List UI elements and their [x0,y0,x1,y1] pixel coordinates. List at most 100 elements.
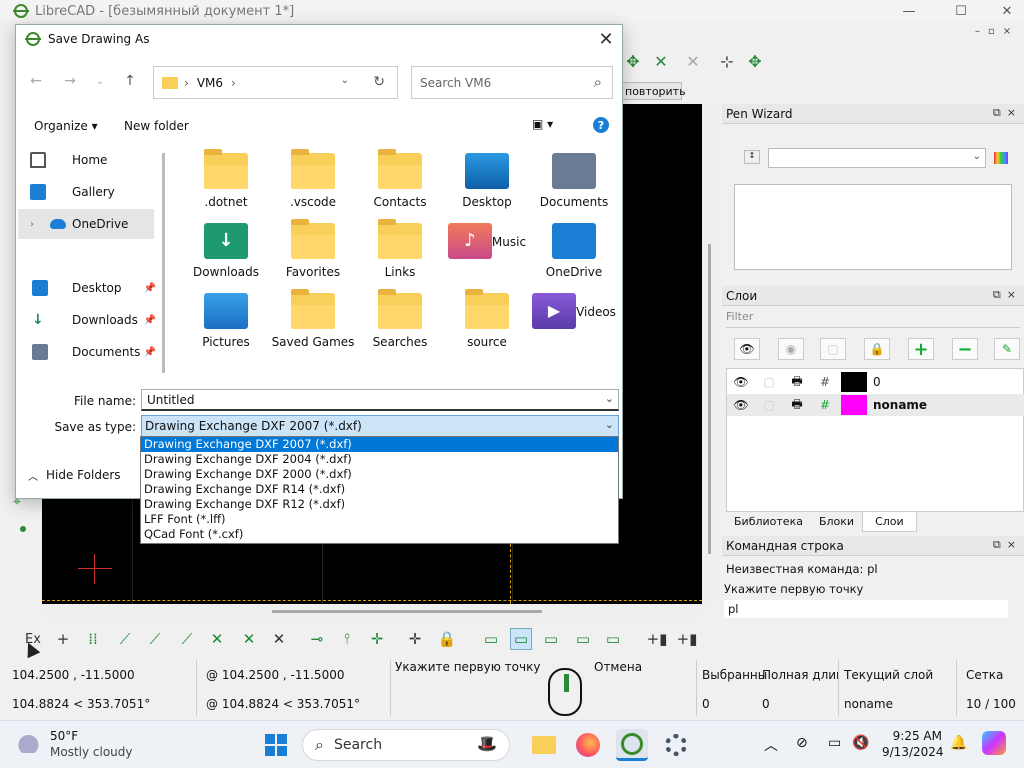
copilot-icon[interactable] [982,731,1006,755]
save-type-option[interactable]: Drawing Exchange DXF 2007 (*.dxf) [141,437,618,452]
visible-icon[interactable]: 👁 [727,371,755,393]
view-options-icon[interactable]: ▣ ▾ [532,117,553,131]
construction-icon[interactable]: # [811,371,839,393]
refresh-icon[interactable]: ↻ [373,74,385,90]
file-item[interactable]: Desktop [445,153,529,209]
remove-layer-icon[interactable]: − [952,338,978,360]
add-action-icon[interactable]: +▮ [646,628,668,650]
snap-on-entity-icon[interactable]: + [52,628,74,650]
pen-palette-area[interactable] [734,184,1012,270]
nav-scrollbar[interactable] [162,153,165,373]
weather-desc[interactable]: Mostly cloudy [50,745,133,759]
save-type-option[interactable]: QCad Font (*.cxf) [141,527,618,542]
network-icon[interactable]: ⊘ [796,735,808,751]
nav-documents[interactable]: Documents 📌 [18,337,156,367]
save-type-option[interactable]: Drawing Exchange DXF 2000 (*.dxf) [141,467,618,482]
snap-intersection-icon[interactable]: ⟋ [144,628,166,650]
snap-center-icon[interactable]: ✕ [682,50,704,72]
maximize-button[interactable]: ☐ [938,0,984,22]
pin-icon[interactable]: 📌 [144,315,156,326]
snap-distance-icon[interactable]: ✕ [238,628,260,650]
notifications-icon[interactable]: 🔔 [950,735,967,751]
file-item[interactable]: ▶ Videos [532,293,616,335]
forward-arrow-icon[interactable]: → [60,71,80,91]
file-item[interactable]: .vscode [271,149,355,209]
canvas-vscroll[interactable] [702,104,718,604]
file-item[interactable]: Searches [358,289,442,349]
snap-middle-icon[interactable]: ✥ [744,50,766,72]
clock-time[interactable]: 9:25 AM [886,729,942,743]
view-1-icon[interactable]: ▭ [480,628,502,650]
unlock-all-icon[interactable]: ▢ [820,338,846,360]
layer-color-swatch[interactable] [841,372,867,392]
panel-float-close-icon[interactable]: ⧉× [993,288,1022,302]
file-item[interactable]: Documents [532,153,616,209]
lock-relative-zero-icon[interactable]: 🔒 [436,628,458,650]
close-app-button[interactable]: ✕ [984,0,1024,22]
dialog-close-button[interactable]: ✕ [590,25,622,53]
repeat-button[interactable]: повторить [622,82,686,100]
point-tool-icon[interactable] [20,526,26,532]
save-type-select[interactable]: Drawing Exchange DXF 2007 (*.dxf) ⌄ [141,415,619,437]
show-all-layers-icon[interactable]: 👁 [734,338,760,360]
file-item[interactable]: Saved Games [271,289,355,349]
organize-button[interactable]: Organize ▾ [34,119,98,133]
nav-onedrive[interactable]: › OneDrive [18,209,154,239]
start-icon[interactable] [260,729,292,761]
relative-zero-icon[interactable]: ✛ [404,628,426,650]
construction-icon[interactable]: # [811,394,839,416]
up-arrow-icon[interactable]: ↑ [120,71,140,91]
visible-icon[interactable]: 👁 [727,394,755,416]
view-5-icon[interactable]: ▭ [602,628,624,650]
file-name-input[interactable]: Untitled ⌄ [141,389,619,411]
layer-filter-input[interactable]: Filter [726,310,1020,328]
file-item[interactable]: Pictures [184,293,268,349]
weather-temp[interactable]: 50°F [50,729,78,743]
print-icon[interactable]: 🖶 [783,371,811,393]
file-item[interactable]: Contacts [358,149,442,209]
file-item[interactable]: OneDrive [532,223,616,279]
recent-chevron-icon[interactable]: ⌄ [90,71,110,91]
nav-gallery[interactable]: Gallery [18,177,154,207]
nav-downloads[interactable]: ↓ Downloads 📌 [18,305,156,335]
tab-layers[interactable]: Слои [862,512,917,532]
view-4-icon[interactable]: ▭ [572,628,594,650]
layer-row[interactable]: 👁 ▢ 🖶 # noname [727,394,1024,416]
volume-icon[interactable]: 🔇 [852,735,869,751]
lock-icon[interactable]: ▢ [755,371,783,393]
tab-library[interactable]: Библиотека [726,512,811,532]
add-layer-icon[interactable]: + [908,338,934,360]
restrict-vertical-icon[interactable]: ⫯ [336,628,358,650]
command-input[interactable]: pl [724,600,1008,618]
mdi-controls[interactable]: –▫× [975,26,1024,40]
file-item[interactable]: Favorites [271,219,355,279]
hide-all-layers-icon[interactable]: ◉ [778,338,804,360]
tab-blocks[interactable]: Блоки [811,512,862,532]
chevron-down-icon[interactable]: ⌄ [605,392,614,405]
add-action-2-icon[interactable]: +▮ [676,628,698,650]
save-type-option[interactable]: Drawing Exchange DXF R14 (*.dxf) [141,482,618,497]
layer-color-swatch[interactable] [841,395,867,415]
panel-float-close-icon[interactable]: ⧉× [993,538,1022,552]
file-item[interactable]: Links [358,219,442,279]
clock-date[interactable]: 9/13/2024 [882,745,944,759]
new-folder-button[interactable]: New folder [124,119,189,133]
snap-grid-icon[interactable]: ✥ [622,50,644,72]
help-icon[interactable]: ? [593,117,609,133]
pin-icon[interactable]: 📌 [144,283,156,294]
file-item[interactable]: ♪ Music [445,223,529,265]
lock-all-icon[interactable]: 🔒 [864,338,890,360]
pin-icon[interactable]: 📌 [144,347,156,358]
nav-home[interactable]: Home [18,145,154,175]
expand-chevron-icon[interactable]: › [30,219,34,230]
back-arrow-icon[interactable]: ← [26,71,46,91]
restrict-horizontal-icon[interactable]: ⊸ [306,628,328,650]
file-item[interactable]: .dotnet [184,149,268,209]
print-icon[interactable]: 🖶 [783,394,811,416]
restrict-icon[interactable]: ⊹ [716,50,738,72]
librecad-taskbar-icon[interactable] [616,729,648,761]
lock-icon[interactable]: ▢ [755,394,783,416]
edit-layer-icon[interactable]: ✎ [994,338,1020,360]
nav-desktop[interactable]: Desktop 📌 [18,273,156,303]
breadcrumb-vm6[interactable]: VM6 [197,76,223,90]
